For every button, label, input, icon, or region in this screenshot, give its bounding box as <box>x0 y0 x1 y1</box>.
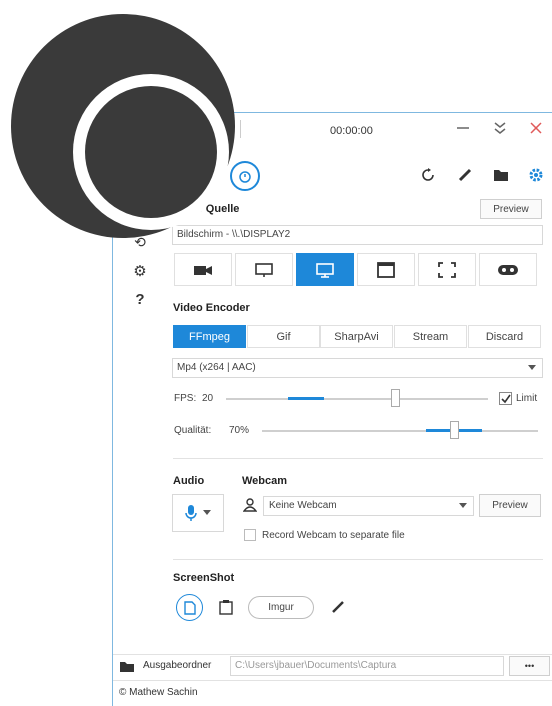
source-fullscreen-button[interactable] <box>418 253 476 286</box>
tab-discard[interactable]: Discard <box>468 325 541 348</box>
folder-button[interactable] <box>493 168 509 182</box>
pencil-button[interactable] <box>457 167 473 183</box>
clipboard-button[interactable] <box>219 599 233 615</box>
video-encoder-title: Video Encoder <box>173 302 250 314</box>
screenshot-title: ScreenShot <box>173 572 235 584</box>
gear-icon <box>529 168 543 182</box>
quality-slider-thumb[interactable] <box>450 421 459 439</box>
webcam-preview-button[interactable]: Preview <box>479 494 541 517</box>
webcam-select[interactable]: Keine Webcam <box>263 496 474 516</box>
tab-ffmpeg[interactable]: FFmpeg <box>173 325 246 348</box>
separate-file-checkbox[interactable] <box>244 529 256 541</box>
webcam-title: Webcam <box>242 475 288 487</box>
pencil-icon <box>332 601 344 613</box>
source-webcam-button[interactable] <box>174 253 232 286</box>
window-icon <box>377 261 395 278</box>
stopwatch-icon <box>239 171 251 183</box>
titlebar-separator <box>240 120 245 138</box>
help-icon[interactable]: ? <box>130 291 150 308</box>
gear-icon[interactable]: ⚙ <box>130 262 150 280</box>
microphone-icon <box>185 505 197 521</box>
minimize-button[interactable] <box>456 121 470 135</box>
divider <box>173 559 543 560</box>
folder-icon <box>494 170 508 181</box>
minimize-icon <box>457 127 469 129</box>
fps-slider-range <box>288 397 324 400</box>
codec-select[interactable]: Mp4 (x264 | AAC) <box>172 358 543 378</box>
tab-sharpavi[interactable]: SharpAvi <box>320 325 393 348</box>
microphone-select[interactable] <box>172 494 224 532</box>
camera-icon <box>194 265 212 275</box>
codec-value: Mp4 (x264 | AAC) <box>177 362 256 373</box>
source-region-button[interactable] <box>357 253 415 286</box>
fps-slider-thumb[interactable] <box>391 389 400 407</box>
double-chevron-icon <box>494 122 506 134</box>
webcam-person-icon <box>242 498 258 512</box>
quality-slider-track[interactable] <box>262 430 538 432</box>
window-monitor-icon <box>255 262 273 277</box>
output-folder-icon <box>119 660 135 673</box>
output-path-field[interactable]: C:\Users\jbauer\Documents\Captura <box>230 656 504 676</box>
chevron-down-icon <box>459 503 467 508</box>
quality-label: Qualität: <box>174 425 212 436</box>
source-screen-button[interactable] <box>296 253 354 286</box>
video-preview-button[interactable]: Preview <box>480 199 542 219</box>
editor-button[interactable] <box>331 600 345 614</box>
tab-stream[interactable]: Stream <box>394 325 467 348</box>
refresh-icon <box>422 168 434 181</box>
file-icon <box>183 600 196 615</box>
collapse-button[interactable] <box>493 121 507 135</box>
divider <box>173 458 543 459</box>
fps-value: 20 <box>202 393 214 404</box>
limit-label: Limit <box>516 393 538 404</box>
close-button[interactable] <box>529 121 543 135</box>
refresh-button[interactable] <box>420 167 436 183</box>
divider <box>113 654 552 655</box>
close-icon <box>530 122 542 134</box>
fps-label: FPS: <box>174 393 197 404</box>
fullscreen-icon <box>438 261 456 278</box>
chevron-down-icon <box>203 510 211 515</box>
chevron-down-icon <box>528 365 536 370</box>
save-to-disk-button[interactable] <box>176 594 203 621</box>
output-folder-label: Ausgabeordner <box>143 660 212 671</box>
divider <box>113 680 552 681</box>
limit-checkbox[interactable] <box>499 392 512 405</box>
timer-text: 00:00:00 <box>330 125 373 137</box>
source-window-button[interactable] <box>235 253 293 286</box>
tab-gif[interactable]: Gif <box>247 325 320 348</box>
checkmark-icon <box>500 394 511 403</box>
captura-logo <box>11 14 235 238</box>
source-gamepad-button[interactable] <box>479 253 537 286</box>
monitor-icon <box>316 262 334 278</box>
fps-slider-track[interactable] <box>226 398 488 400</box>
settings-button[interactable] <box>528 167 544 183</box>
browse-button[interactable]: ••• <box>509 656 550 676</box>
pencil-icon <box>458 168 472 182</box>
gamepad-icon <box>498 264 518 275</box>
copyright-text: © Mathew Sachin <box>119 687 198 698</box>
quality-value: 70% <box>229 425 250 436</box>
webcam-value: Keine Webcam <box>269 500 337 511</box>
imgur-button[interactable]: Imgur <box>248 596 314 619</box>
audio-title: Audio <box>173 475 205 487</box>
clipboard-icon <box>219 600 233 615</box>
separate-file-label: Record Webcam to separate file <box>262 530 405 541</box>
